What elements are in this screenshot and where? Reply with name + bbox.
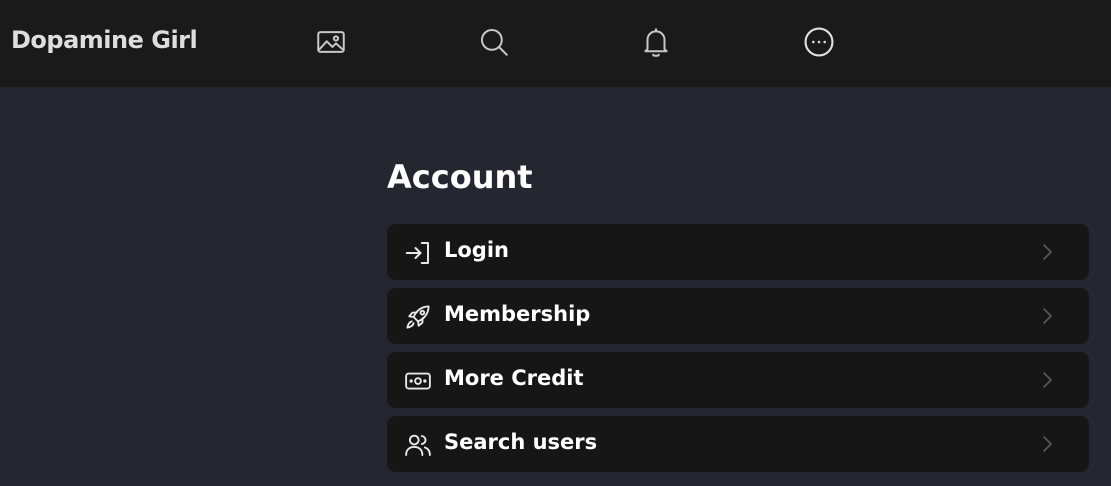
- chevron-right-icon: [1043, 436, 1052, 452]
- nav-more-button[interactable]: [801, 24, 837, 60]
- menu-item-more-credit[interactable]: More Credit: [387, 352, 1089, 408]
- menu-item-label: Search users: [444, 430, 598, 454]
- more-circle-icon: [804, 27, 834, 57]
- rocket-icon: [402, 301, 433, 332]
- top-bar: Dopamine Girl: [0, 0, 1111, 87]
- menu-item-membership[interactable]: Membership: [387, 288, 1089, 344]
- nav-gallery-button[interactable]: [313, 24, 349, 60]
- chevron-right-icon: [1043, 372, 1052, 388]
- chevron-right-icon: [1043, 244, 1052, 260]
- bell-icon: [644, 28, 668, 57]
- menu-item-login[interactable]: Login: [387, 224, 1089, 280]
- banknote-icon: [402, 365, 433, 396]
- chevron-right-icon: [1043, 308, 1052, 324]
- users-icon: [402, 429, 433, 460]
- nav-search-button[interactable]: [476, 24, 512, 60]
- menu-item-label: Membership: [444, 302, 591, 326]
- brand-title[interactable]: Dopamine Girl: [11, 26, 198, 54]
- login-icon: [402, 237, 433, 268]
- nav-notifications-button[interactable]: [638, 24, 674, 60]
- search-icon: [480, 28, 508, 56]
- image-icon: [317, 31, 345, 53]
- menu-item-label: Login: [444, 238, 509, 262]
- menu-item-search-users[interactable]: Search users: [387, 416, 1089, 472]
- account-section-title: Account: [387, 158, 533, 196]
- menu-item-label: More Credit: [444, 366, 584, 390]
